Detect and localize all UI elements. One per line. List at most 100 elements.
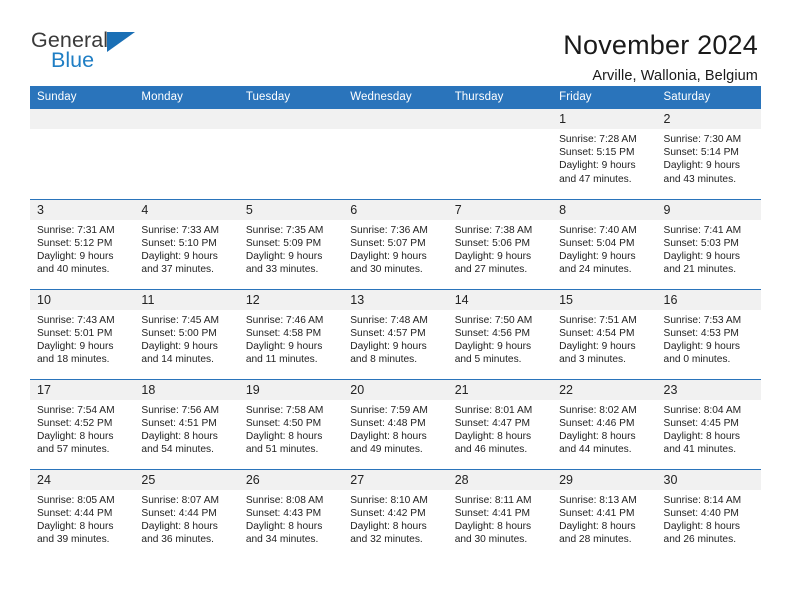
calendar-day-cell[interactable]: 28 Sunrise: 8:11 AM Sunset: 4:41 PM Dayligh… xyxy=(447,468,553,559)
day-sun-info: Sunrise: 8:10 AM Sunset: 4:42 PM Daylight:… xyxy=(343,490,447,547)
calendar-day-cell[interactable]: 12 Sunrise: 7:46 AM Sunset: 4:58 PM Dayligh… xyxy=(238,288,344,379)
daylight-text-line2: and 18 minutes. xyxy=(37,354,110,366)
calendar-day-cell[interactable]: 24 Sunrise: 8:05 AM Sunset: 4:44 PM Dayligh… xyxy=(30,468,135,559)
sunset-text: Sunset: 4:53 PM xyxy=(663,327,739,339)
calendar-day-cell[interactable]: 10 Sunrise: 7:43 AM Sunset: 5:01 PM Dayligh… xyxy=(30,288,135,379)
calendar-day-cell[interactable]: 15 Sunrise: 7:51 AM Sunset: 4:54 PM Dayligh… xyxy=(552,288,657,379)
day-cell-content: 9 Sunrise: 7:41 AM Sunset: 5:03 PM Daylight… xyxy=(656,199,761,289)
calendar-day-cell[interactable]: 29 Sunrise: 8:13 AM Sunset: 4:41 PM Dayligh… xyxy=(552,468,657,559)
sunset-text: Sunset: 4:56 PM xyxy=(454,327,531,339)
calendar-day-cell[interactable]: 3 Sunrise: 7:31 AM Sunset: 5:12 PM Daylight… xyxy=(30,198,135,289)
weekday-header-row: Sunday Monday Tuesday Wednesday Thursday… xyxy=(30,86,761,109)
sunset-text: Sunset: 5:14 PM xyxy=(663,147,739,159)
daylight-text-line1: Daylight: 8 hours xyxy=(559,430,636,442)
sunset-text: Sunset: 4:43 PM xyxy=(245,507,322,519)
calendar-day-cell[interactable]: 16 Sunrise: 7:53 AM Sunset: 4:53 PM Dayligh… xyxy=(656,288,761,379)
calendar-day-cell[interactable]: 8 Sunrise: 7:40 AM Sunset: 5:04 PM Daylight… xyxy=(552,198,657,289)
sunset-text: Sunset: 4:41 PM xyxy=(454,507,531,519)
day-sun-info: Sunrise: 7:56 AM Sunset: 4:51 PM Daylight:… xyxy=(134,400,238,457)
day-cell-content: 1 Sunrise: 7:28 AM Sunset: 5:15 PM Daylight… xyxy=(552,109,657,199)
day-sun-info: Sunrise: 8:02 AM Sunset: 4:46 PM Daylight:… xyxy=(552,400,656,457)
daylight-text-line2: and 26 minutes. xyxy=(663,534,737,546)
sunset-text: Sunset: 4:50 PM xyxy=(245,417,322,429)
daylight-text-line1: Daylight: 9 hours xyxy=(559,250,636,262)
calendar-day-cell xyxy=(343,109,448,199)
sunrise-sunset-calendar: Sunday Monday Tuesday Wednesday Thursday… xyxy=(30,86,761,559)
sunrise-text: Sunrise: 7:53 AM xyxy=(663,314,742,326)
daylight-text-line2: and 0 minutes. xyxy=(663,354,731,366)
calendar-day-cell[interactable]: 23 Sunrise: 8:04 AM Sunset: 4:45 PM Dayligh… xyxy=(656,378,761,469)
day-number: 9 xyxy=(656,199,761,220)
sunrise-text: Sunrise: 7:45 AM xyxy=(141,314,220,326)
daylight-text-line2: and 30 minutes. xyxy=(454,534,528,546)
calendar-day-cell[interactable]: 27 Sunrise: 8:10 AM Sunset: 4:42 PM Dayligh… xyxy=(343,468,448,560)
day-number: 22 xyxy=(552,379,657,400)
calendar-day-cell[interactable]: 14 Sunrise: 7:50 AM Sunset: 4:56 PM Dayligh… xyxy=(447,288,553,379)
daylight-text-line1: Daylight: 9 hours xyxy=(559,340,636,352)
sunrise-text: Sunrise: 7:59 AM xyxy=(350,404,428,416)
calendar-day-cell[interactable]: 18 Sunrise: 7:56 AM Sunset: 4:51 PM Dayligh… xyxy=(134,378,239,469)
day-number: 13 xyxy=(343,289,448,310)
daylight-text-line2: and 11 minutes. xyxy=(245,354,318,366)
calendar-day-cell[interactable]: 21 Sunrise: 8:01 AM Sunset: 4:47 PM Dayligh… xyxy=(447,378,553,469)
calendar-day-cell[interactable]: 6 Sunrise: 7:36 AM Sunset: 5:07 PM Daylight… xyxy=(343,198,448,289)
day-cell-content: 15 Sunrise: 7:51 AM Sunset: 4:54 PM Dayligh… xyxy=(552,289,657,379)
calendar-day-cell[interactable]: 5 Sunrise: 7:35 AM Sunset: 5:09 PM Daylight… xyxy=(238,198,344,289)
calendar-day-cell[interactable]: 30 Sunrise: 8:14 AM Sunset: 4:40 PM Dayligh… xyxy=(656,468,761,559)
calendar-day-cell[interactable]: 17 Sunrise: 7:54 AM Sunset: 4:52 PM Dayligh… xyxy=(30,378,135,469)
weekday-header-saturday: Saturday xyxy=(656,86,761,109)
day-cell-content: 5 Sunrise: 7:35 AM Sunset: 5:09 PM Daylight… xyxy=(238,199,344,289)
calendar-day-cell[interactable]: 1 Sunrise: 7:28 AM Sunset: 5:15 PM Daylight… xyxy=(552,109,657,199)
day-number: 26 xyxy=(238,469,344,490)
calendar-day-cell[interactable]: 22 Sunrise: 8:02 AM Sunset: 4:46 PM Dayligh… xyxy=(552,378,657,469)
daylight-text-line2: and 49 minutes. xyxy=(350,444,423,456)
day-number xyxy=(134,109,239,129)
daylight-text-line1: Daylight: 8 hours xyxy=(245,430,323,442)
calendar-day-cell[interactable]: 13 Sunrise: 7:48 AM Sunset: 4:57 PM Dayligh… xyxy=(343,288,448,379)
calendar-day-cell[interactable]: 20 Sunrise: 7:59 AM Sunset: 4:48 PM Dayligh… xyxy=(343,378,448,469)
calendar-day-cell[interactable]: 9 Sunrise: 7:41 AM Sunset: 5:03 PM Daylight… xyxy=(656,198,761,289)
day-sun-info: Sunrise: 8:05 AM Sunset: 4:44 PM Daylight:… xyxy=(30,490,134,547)
day-number: 16 xyxy=(656,289,761,310)
sunset-text: Sunset: 4:41 PM xyxy=(559,507,635,519)
day-cell-content xyxy=(238,109,344,199)
daylight-text-line1: Daylight: 8 hours xyxy=(663,430,740,442)
sunrise-text: Sunrise: 7:38 AM xyxy=(454,224,533,236)
calendar-day-cell[interactable]: 11 Sunrise: 7:45 AM Sunset: 5:00 PM Dayligh… xyxy=(134,288,239,379)
daylight-text-line1: Daylight: 8 hours xyxy=(37,520,114,532)
sunset-text: Sunset: 4:44 PM xyxy=(37,507,113,519)
day-sun-info: Sunrise: 7:54 AM Sunset: 4:52 PM Daylight:… xyxy=(30,400,134,457)
calendar-day-cell[interactable]: 19 Sunrise: 7:58 AM Sunset: 4:50 PM Dayligh… xyxy=(238,378,344,469)
calendar-day-cell[interactable]: 2 Sunrise: 7:30 AM Sunset: 5:14 PM Daylight… xyxy=(656,109,761,199)
calendar-day-cell xyxy=(30,109,135,199)
calendar-day-cell[interactable]: 7 Sunrise: 7:38 AM Sunset: 5:06 PM Daylight… xyxy=(447,198,553,289)
day-number: 4 xyxy=(134,199,239,220)
day-sun-info: Sunrise: 7:43 AM Sunset: 5:01 PM Daylight:… xyxy=(30,310,134,367)
sunset-text: Sunset: 4:47 PM xyxy=(454,417,531,429)
sunset-text: Sunset: 5:04 PM xyxy=(559,237,635,249)
daylight-text-line1: Daylight: 8 hours xyxy=(350,430,427,442)
day-number: 23 xyxy=(656,379,761,400)
day-sun-info: Sunrise: 7:58 AM Sunset: 4:50 PM Daylight:… xyxy=(239,400,343,457)
calendar-week-row: 10 Sunrise: 7:43 AM Sunset: 5:01 PM Dayligh… xyxy=(30,288,761,379)
calendar-day-cell[interactable]: 4 Sunrise: 7:33 AM Sunset: 5:10 PM Daylight… xyxy=(134,198,239,289)
day-cell-content: 12 Sunrise: 7:46 AM Sunset: 4:58 PM Dayligh… xyxy=(238,289,344,379)
daylight-text-line1: Daylight: 9 hours xyxy=(37,250,114,262)
day-cell-content: 23 Sunrise: 8:04 AM Sunset: 4:45 PM Dayligh… xyxy=(656,379,761,469)
day-number: 12 xyxy=(238,289,344,310)
day-cell-content: 20 Sunrise: 7:59 AM Sunset: 4:48 PM Dayligh… xyxy=(343,379,448,469)
title-block: November 2024 Arville, Wallonia, Belgium xyxy=(563,28,758,84)
day-number xyxy=(238,109,344,129)
calendar-day-cell[interactable]: 26 Sunrise: 8:08 AM Sunset: 4:43 PM Dayligh… xyxy=(238,468,344,559)
calendar-day-cell[interactable]: 25 Sunrise: 8:07 AM Sunset: 4:44 PM Dayligh… xyxy=(134,468,239,559)
logo-text-blue: Blue xyxy=(51,48,95,72)
sunset-text: Sunset: 4:54 PM xyxy=(559,327,635,339)
day-number: 7 xyxy=(447,199,553,220)
day-sun-info: Sunrise: 7:30 AM Sunset: 5:14 PM Daylight:… xyxy=(657,129,761,186)
calendar-body: 1 Sunrise: 7:28 AM Sunset: 5:15 PM Daylight… xyxy=(30,109,761,559)
sunrise-text: Sunrise: 7:30 AM xyxy=(663,134,742,145)
day-cell-content: 27 Sunrise: 8:10 AM Sunset: 4:42 PM Dayligh… xyxy=(343,469,448,560)
sunrise-text: Sunrise: 7:41 AM xyxy=(663,224,742,236)
generalblue-logo[interactable]: General Blue xyxy=(31,28,141,76)
day-sun-info: Sunrise: 7:33 AM Sunset: 5:10 PM Daylight:… xyxy=(134,220,238,277)
